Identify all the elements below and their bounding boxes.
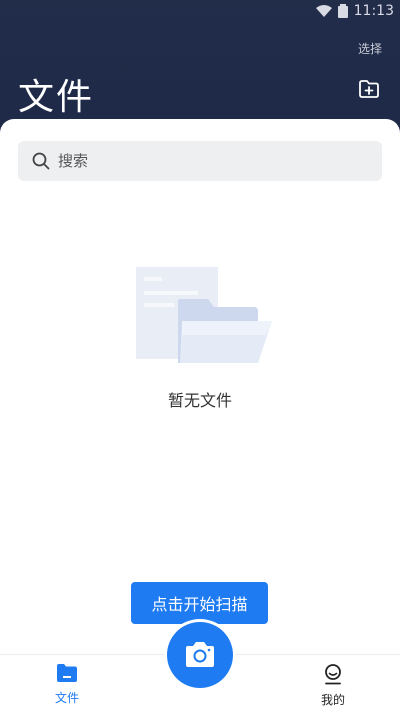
status-time: 11:13	[353, 3, 394, 19]
tab-mine-label: 我的	[320, 693, 345, 707]
empty-folder-illustration	[136, 267, 272, 363]
battery-icon	[337, 4, 348, 18]
new-folder-icon[interactable]	[358, 78, 380, 100]
tab-bar: 文件 我的	[0, 622, 400, 712]
page-title: 文件	[18, 77, 95, 118]
scan-camera-button[interactable]	[167, 622, 233, 688]
select-button[interactable]: 选择	[358, 40, 382, 57]
tab-files[interactable]: 文件	[37, 663, 97, 706]
user-icon	[325, 664, 341, 685]
search-input[interactable]	[58, 152, 358, 170]
status-bar: 11:13	[0, 0, 400, 22]
tab-files-label: 文件	[54, 691, 79, 705]
tab-mine[interactable]: 我的	[303, 663, 363, 708]
camera-icon	[186, 642, 214, 667]
search-bar[interactable]	[18, 141, 382, 181]
folder-icon	[57, 664, 77, 682]
empty-state-text: 暂无文件	[167, 391, 232, 410]
wifi-icon	[315, 5, 332, 17]
search-icon	[32, 152, 50, 170]
scan-tooltip: 点击开始扫描	[131, 582, 268, 631]
